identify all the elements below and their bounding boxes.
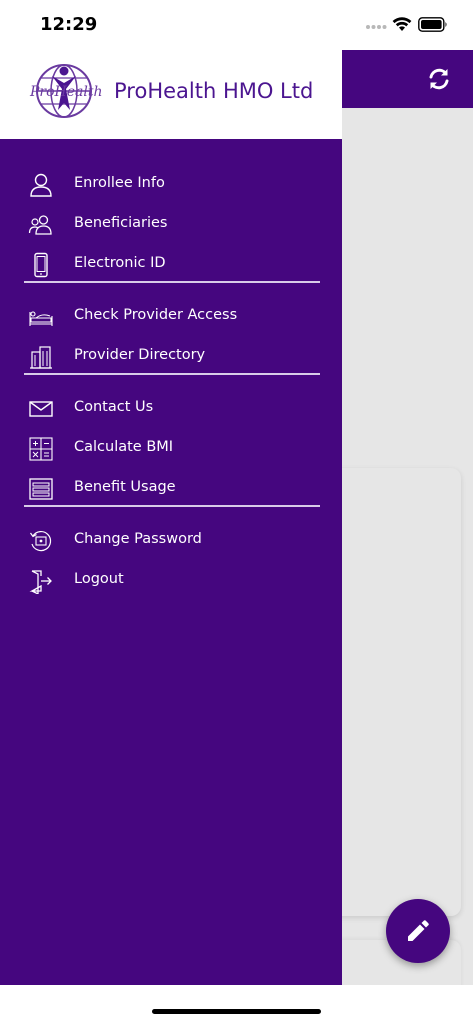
menu-label: Beneficiaries — [74, 215, 168, 231]
home-indicator[interactable] — [152, 1009, 321, 1014]
home-bar — [0, 985, 473, 1024]
menu-divider — [24, 505, 320, 507]
menu-label: Check Provider Access — [74, 307, 238, 323]
drawer-header: ProHealth ProHealth HMO Ltd — [0, 50, 342, 139]
menu-item-beneficiaries[interactable]: Beneficiaries — [0, 204, 342, 244]
company-logo: ProHealth — [28, 62, 116, 120]
phone-icon — [28, 252, 54, 278]
company-name: ProHealth HMO Ltd — [114, 79, 314, 103]
menu-label: Logout — [74, 571, 124, 587]
menu-item-check-provider-access[interactable]: Check Provider Access — [0, 296, 342, 336]
menu-item-provider-directory[interactable]: Provider Directory — [0, 336, 342, 376]
pencil-icon — [408, 920, 429, 941]
calculator-icon — [28, 436, 54, 462]
menu-item-benefit-usage[interactable]: Benefit Usage — [0, 468, 342, 508]
refresh-icon[interactable] — [426, 66, 452, 92]
menu-item-contact-us[interactable]: Contact Us — [0, 388, 342, 428]
password-reset-icon — [28, 528, 54, 554]
signal-icon — [365, 18, 387, 36]
person-icon — [28, 172, 54, 198]
logout-icon — [28, 568, 54, 596]
menu-label: Electronic ID — [74, 255, 166, 271]
list-icon — [28, 476, 54, 502]
menu-label: Contact Us — [74, 399, 154, 415]
menu-item-logout[interactable]: Logout — [0, 560, 342, 600]
people-icon — [28, 212, 54, 238]
hospital-bed-icon — [28, 304, 54, 330]
menu-label: Enrollee Info — [74, 175, 165, 191]
content-card — [330, 468, 461, 916]
envelope-icon — [28, 396, 54, 422]
status-bar: 12:29 — [0, 0, 473, 50]
menu-label: Calculate BMI — [74, 439, 174, 455]
menu-label: Benefit Usage — [74, 479, 176, 495]
menu-item-enrollee-info[interactable]: Enrollee Info — [0, 164, 342, 204]
menu-label: Change Password — [74, 531, 202, 547]
menu-item-calculate-bmi[interactable]: Calculate BMI — [0, 428, 342, 468]
wifi-icon — [392, 16, 412, 37]
app-header — [342, 50, 473, 108]
edit-button[interactable] — [386, 899, 450, 963]
status-time: 12:29 — [40, 14, 98, 35]
menu-item-change-password[interactable]: Change Password — [0, 520, 342, 560]
menu-item-electronic-id[interactable]: Electronic ID — [0, 244, 342, 284]
navigation-drawer: ProHealth ProHealth HMO Ltd Enrollee Inf… — [0, 50, 342, 985]
building-icon — [28, 344, 54, 370]
menu-label: Provider Directory — [74, 347, 206, 363]
menu-divider — [24, 373, 320, 375]
battery-icon — [418, 17, 448, 37]
menu-divider — [24, 281, 320, 283]
logo-text: ProHealth — [29, 84, 103, 100]
